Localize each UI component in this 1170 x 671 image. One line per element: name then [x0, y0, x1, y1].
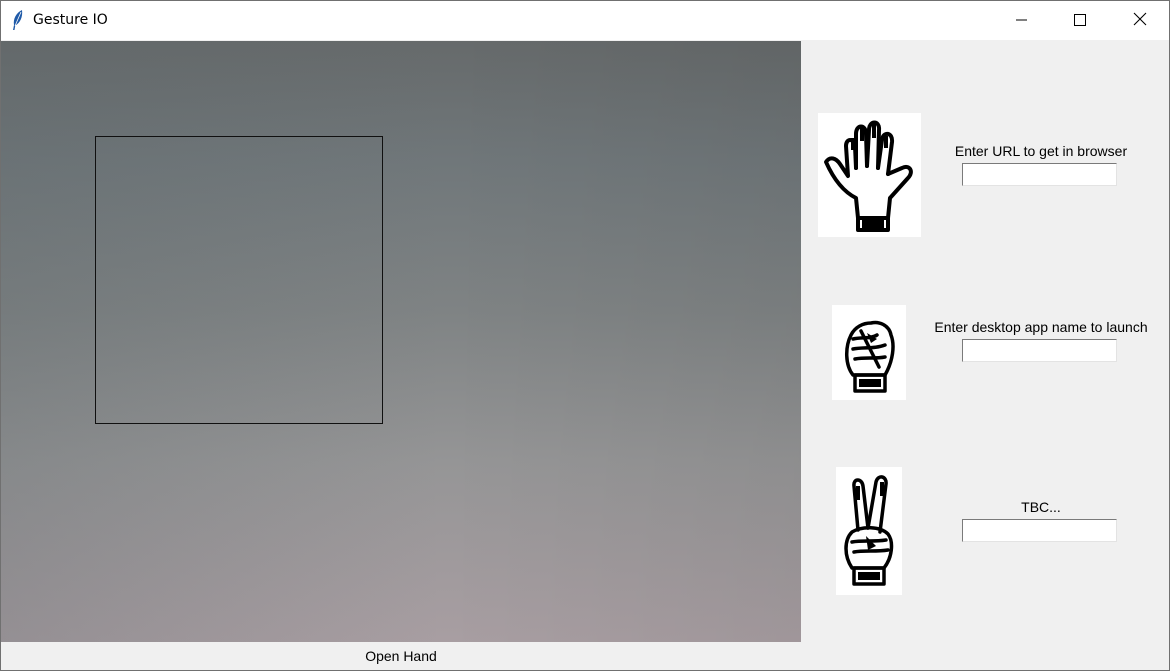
title-bar[interactable]: Gesture IO	[1, 1, 1169, 40]
url-input[interactable]	[962, 163, 1117, 186]
fist-icon	[832, 305, 906, 400]
close-button[interactable]	[1111, 1, 1169, 40]
maximize-button[interactable]	[1051, 1, 1109, 40]
feather-icon	[10, 9, 26, 31]
open-hand-icon	[818, 113, 921, 237]
app-name-input[interactable]	[962, 339, 1117, 362]
tbc-input[interactable]	[962, 519, 1117, 542]
minimize-icon	[1016, 11, 1028, 30]
detected-gesture-status: Open Hand	[365, 648, 437, 664]
hand-detection-region	[95, 136, 383, 424]
app-window: Gesture IO Enter URL to get in browser E…	[0, 0, 1170, 671]
window-title: Gesture IO	[33, 12, 108, 28]
peace-sign-icon	[836, 467, 902, 595]
minimize-button[interactable]	[993, 1, 1051, 40]
url-label: Enter URL to get in browser	[954, 143, 1128, 159]
maximize-icon	[1074, 11, 1086, 30]
app-name-label: Enter desktop app name to launch	[934, 319, 1148, 335]
close-icon	[1133, 11, 1147, 30]
gesture-mapping-panel: Enter URL to get in browser Enter deskto…	[801, 41, 1169, 642]
tbc-label: TBC...	[1021, 499, 1061, 515]
camera-feed	[1, 41, 801, 642]
